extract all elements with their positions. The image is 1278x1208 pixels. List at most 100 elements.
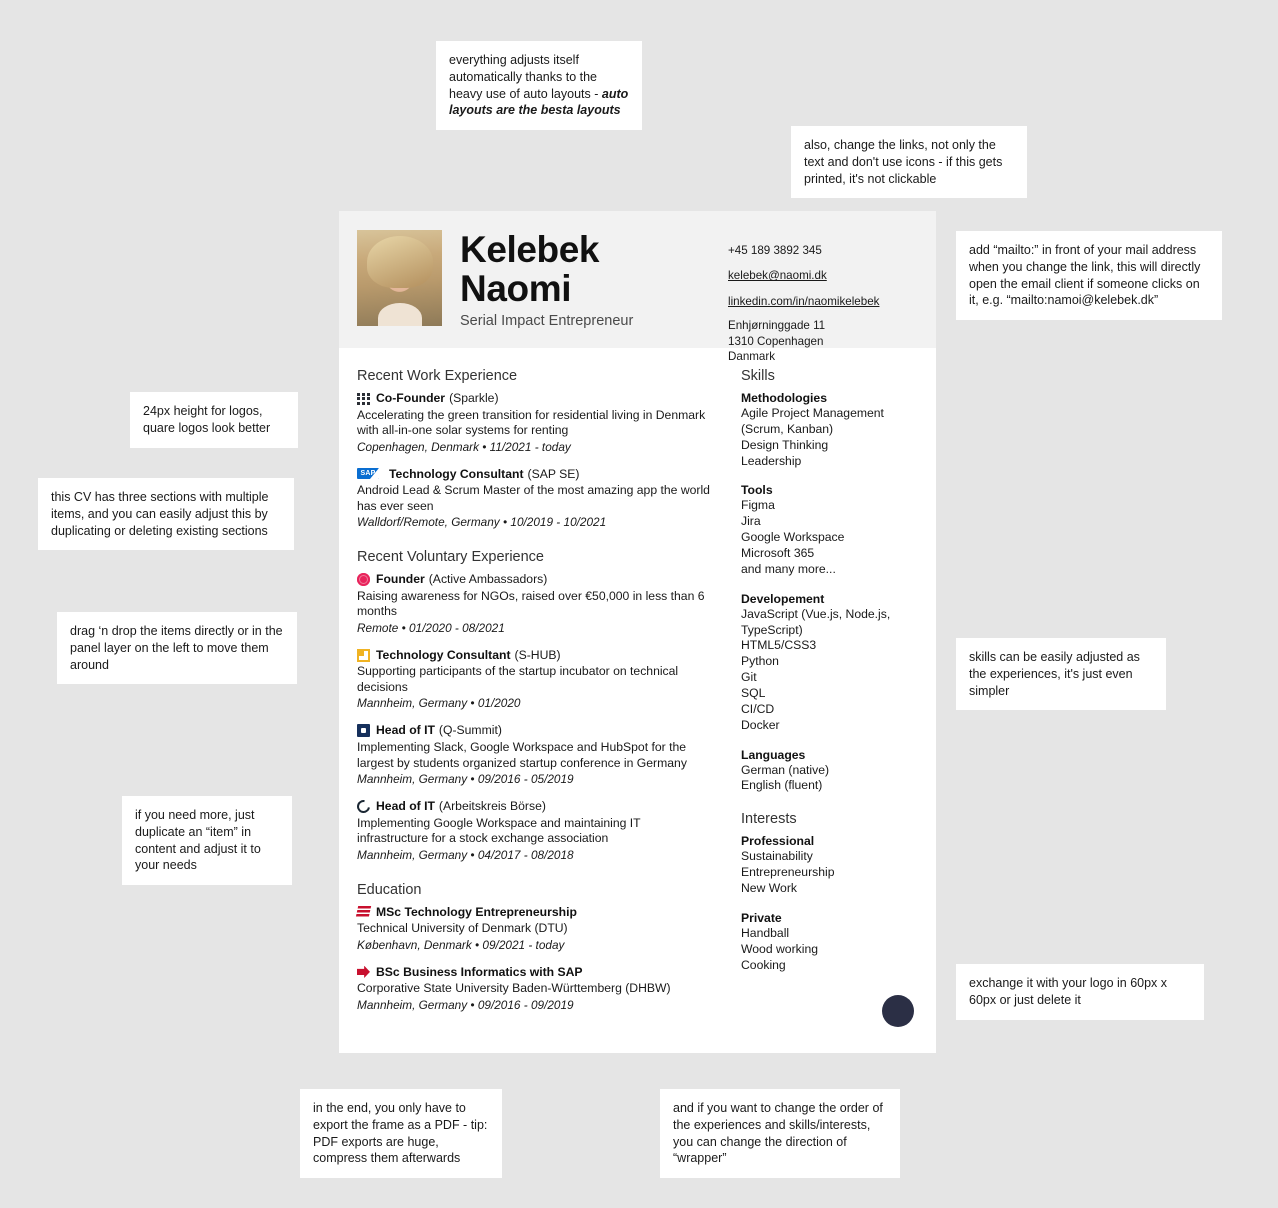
item-meta: Mannheim, Germany • 09/2016 - 09/2019 [357,997,574,1012]
note-text: everything adjusts itself automatically … [449,53,602,101]
skill-line: Microsoft 365 [741,546,815,561]
job-subtitle: Serial Impact Entrepreneur [460,313,634,330]
note-logo-size: 24px height for logos, quare logos look … [130,392,298,448]
item-role: Head of IT [376,723,435,738]
skill-line: HTML5/CSS3 [741,638,817,653]
experience-item: Founder (Active Ambassadors) Raising awa… [357,572,713,635]
note-text: exchange it with your logo in 60px x 60p… [969,976,1168,1007]
interest-line: Entrepreneurship [741,865,835,880]
skill-line: Python [741,654,779,669]
note-duplicate-item: if you need more, just duplicate an “ite… [122,796,292,885]
item-meta: Mannheim, Germany • 01/2020 [357,696,521,711]
note-text: drag ‘n drop the items directly or in th… [70,624,283,672]
skill-line: English (fluent) [741,778,823,793]
address-block: Enhjørninggade 11 1310 Copenhagen Danmar… [728,318,918,365]
skill-group: Tools Figma Jira Google Workspace Micros… [741,483,918,577]
cv-header: Kelebek Naomi Serial Impact Entrepreneur… [339,211,936,363]
item-description: Corporative State University Baden-Württ… [357,981,671,996]
company-logo-placeholder [882,995,914,1027]
address-line-1: Enhjørninggade 11 [728,319,826,333]
experience-item: Head of IT (Arbeitskreis Börse) Implemen… [354,797,713,862]
note-export-pdf: in the end, you only have to export the … [300,1089,502,1178]
item-meta: Mannheim, Germany • 09/2016 - 05/2019 [357,772,574,787]
interest-line: Cooking [741,957,786,972]
active-ambassadors-logo-icon [357,573,370,587]
interest-line: Handball [741,925,790,940]
note-skills-adjust: skills can be easily adjusted as the exp… [956,638,1166,711]
address-line-3: Danmark [728,350,776,364]
skill-group-heading: Developement [741,591,825,606]
item-role: Head of IT [376,799,435,814]
note-text: 24px height for logos, quare logos look … [143,404,271,435]
note-auto-layouts: everything adjusts itself automatically … [436,41,642,130]
item-org: (SAP SE) [527,466,580,481]
section-skills: Skills Methodologies Agile Project Manag… [741,368,918,794]
item-org: (S-HUB) [514,647,561,662]
linkedin-link[interactable]: linkedin.com/in/naomikelebek [728,293,918,310]
dtu-logo-icon [355,905,372,919]
item-description: Raising awareness for NGOs, raised over … [357,588,705,619]
last-name: Naomi [460,268,572,310]
interest-group: Private Handball Wood working Cooking [741,911,918,974]
interest-group-heading: Private [741,910,782,925]
item-role: Technology Consultant [389,466,524,481]
experience-column: Recent Work Experience Co-Founder (Spark… [354,368,729,1025]
item-meta: Mannheim, Germany • 04/2017 - 08/2018 [357,847,574,862]
item-org: (Arbeitskreis Börse) [438,799,546,814]
item-role: BSc Business Informatics with SAP [376,964,583,979]
item-role: Founder [376,572,425,587]
note-three-sections: this CV has three sections with multiple… [38,478,294,551]
name-block: Kelebek Naomi Serial Impact Entrepreneur [442,230,728,348]
skill-line: and many more... [741,561,836,576]
item-meta: København, Denmark • 09/2021 - today [357,937,565,952]
sparkle-logo-icon [357,391,370,405]
dhbw-logo-icon [357,965,370,978]
education-item: MSc Technology Entrepreneurship Technica… [355,905,713,952]
skills-column: Skills Methodologies Agile Project Manag… [729,368,918,1025]
skill-line: Leadership [741,453,802,468]
cv-body: Recent Work Experience Co-Founder (Spark… [339,348,936,1025]
skill-line: SQL [741,686,766,701]
skill-line: CI/CD [741,701,775,716]
skill-line: Jira [741,514,761,529]
item-role: Technology Consultant [376,647,511,662]
education-item: BSc Business Informatics with SAP Corpor… [357,965,713,1012]
email-link[interactable]: kelebek@naomi.dk [728,267,918,284]
interest-line: Wood working [741,941,818,956]
avatar [357,230,442,326]
interest-line: New Work [741,881,797,896]
note-text: add “mailto:” in front of your mail addr… [969,243,1201,308]
q-summit-logo-icon [357,724,370,738]
contact-block: +45 189 3892 345 kelebek@naomi.dk linked… [728,230,918,363]
address-line-2: 1310 Copenhagen [728,334,824,348]
item-description: Accelerating the green transition for re… [357,407,706,438]
skill-group: Developement JavaScript (Vue.js, Node.js… [741,592,918,734]
arbeitskreis-boerse-logo-icon [354,797,373,816]
phone-number: +45 189 3892 345 [728,244,822,257]
item-meta: Walldorf/Remote, Germany • 10/2019 - 10/… [357,515,607,530]
s-hub-logo-icon [357,648,370,662]
item-org: (Q-Summit) [438,723,502,738]
skill-group: Methodologies Agile Project Management (… [741,391,918,469]
sap-logo-icon: SAP [357,468,379,480]
note-text: and if you want to change the order of t… [673,1101,883,1166]
experience-item: Technology Consultant (S-HUB) Supporting… [357,647,713,711]
section-interests: Interests Professional Sustainability En… [741,811,918,973]
item-description: Supporting participants of the startup i… [357,664,679,694]
section-heading: Interests [741,811,797,828]
skill-line: Docker [741,717,780,732]
interest-line: Sustainability [741,849,813,864]
experience-item: SAP Technology Consultant (SAP SE) Andro… [357,466,713,530]
page-title: Kelebek Naomi [460,230,728,310]
section-education: Education MSc Technology Entrepreneurshi… [355,882,713,1012]
note-text: if you need more, just duplicate an “ite… [135,808,261,873]
cv-sheet: Kelebek Naomi Serial Impact Entrepreneur… [339,211,936,1053]
item-meta: Copenhagen, Denmark • 11/2021 - today [357,439,571,454]
item-meta: Remote • 01/2020 - 08/2021 [357,620,505,635]
section-voluntary-experience: Recent Voluntary Experience Founder (Act… [354,549,713,862]
skill-group: Languages German (native) English (fluen… [741,748,918,795]
note-text: skills can be easily adjusted as the exp… [969,650,1140,698]
note-wrapper-direction: and if you want to change the order of t… [660,1089,900,1178]
interest-group-heading: Professional [741,834,815,849]
item-org: (Sparkle) [449,391,499,405]
